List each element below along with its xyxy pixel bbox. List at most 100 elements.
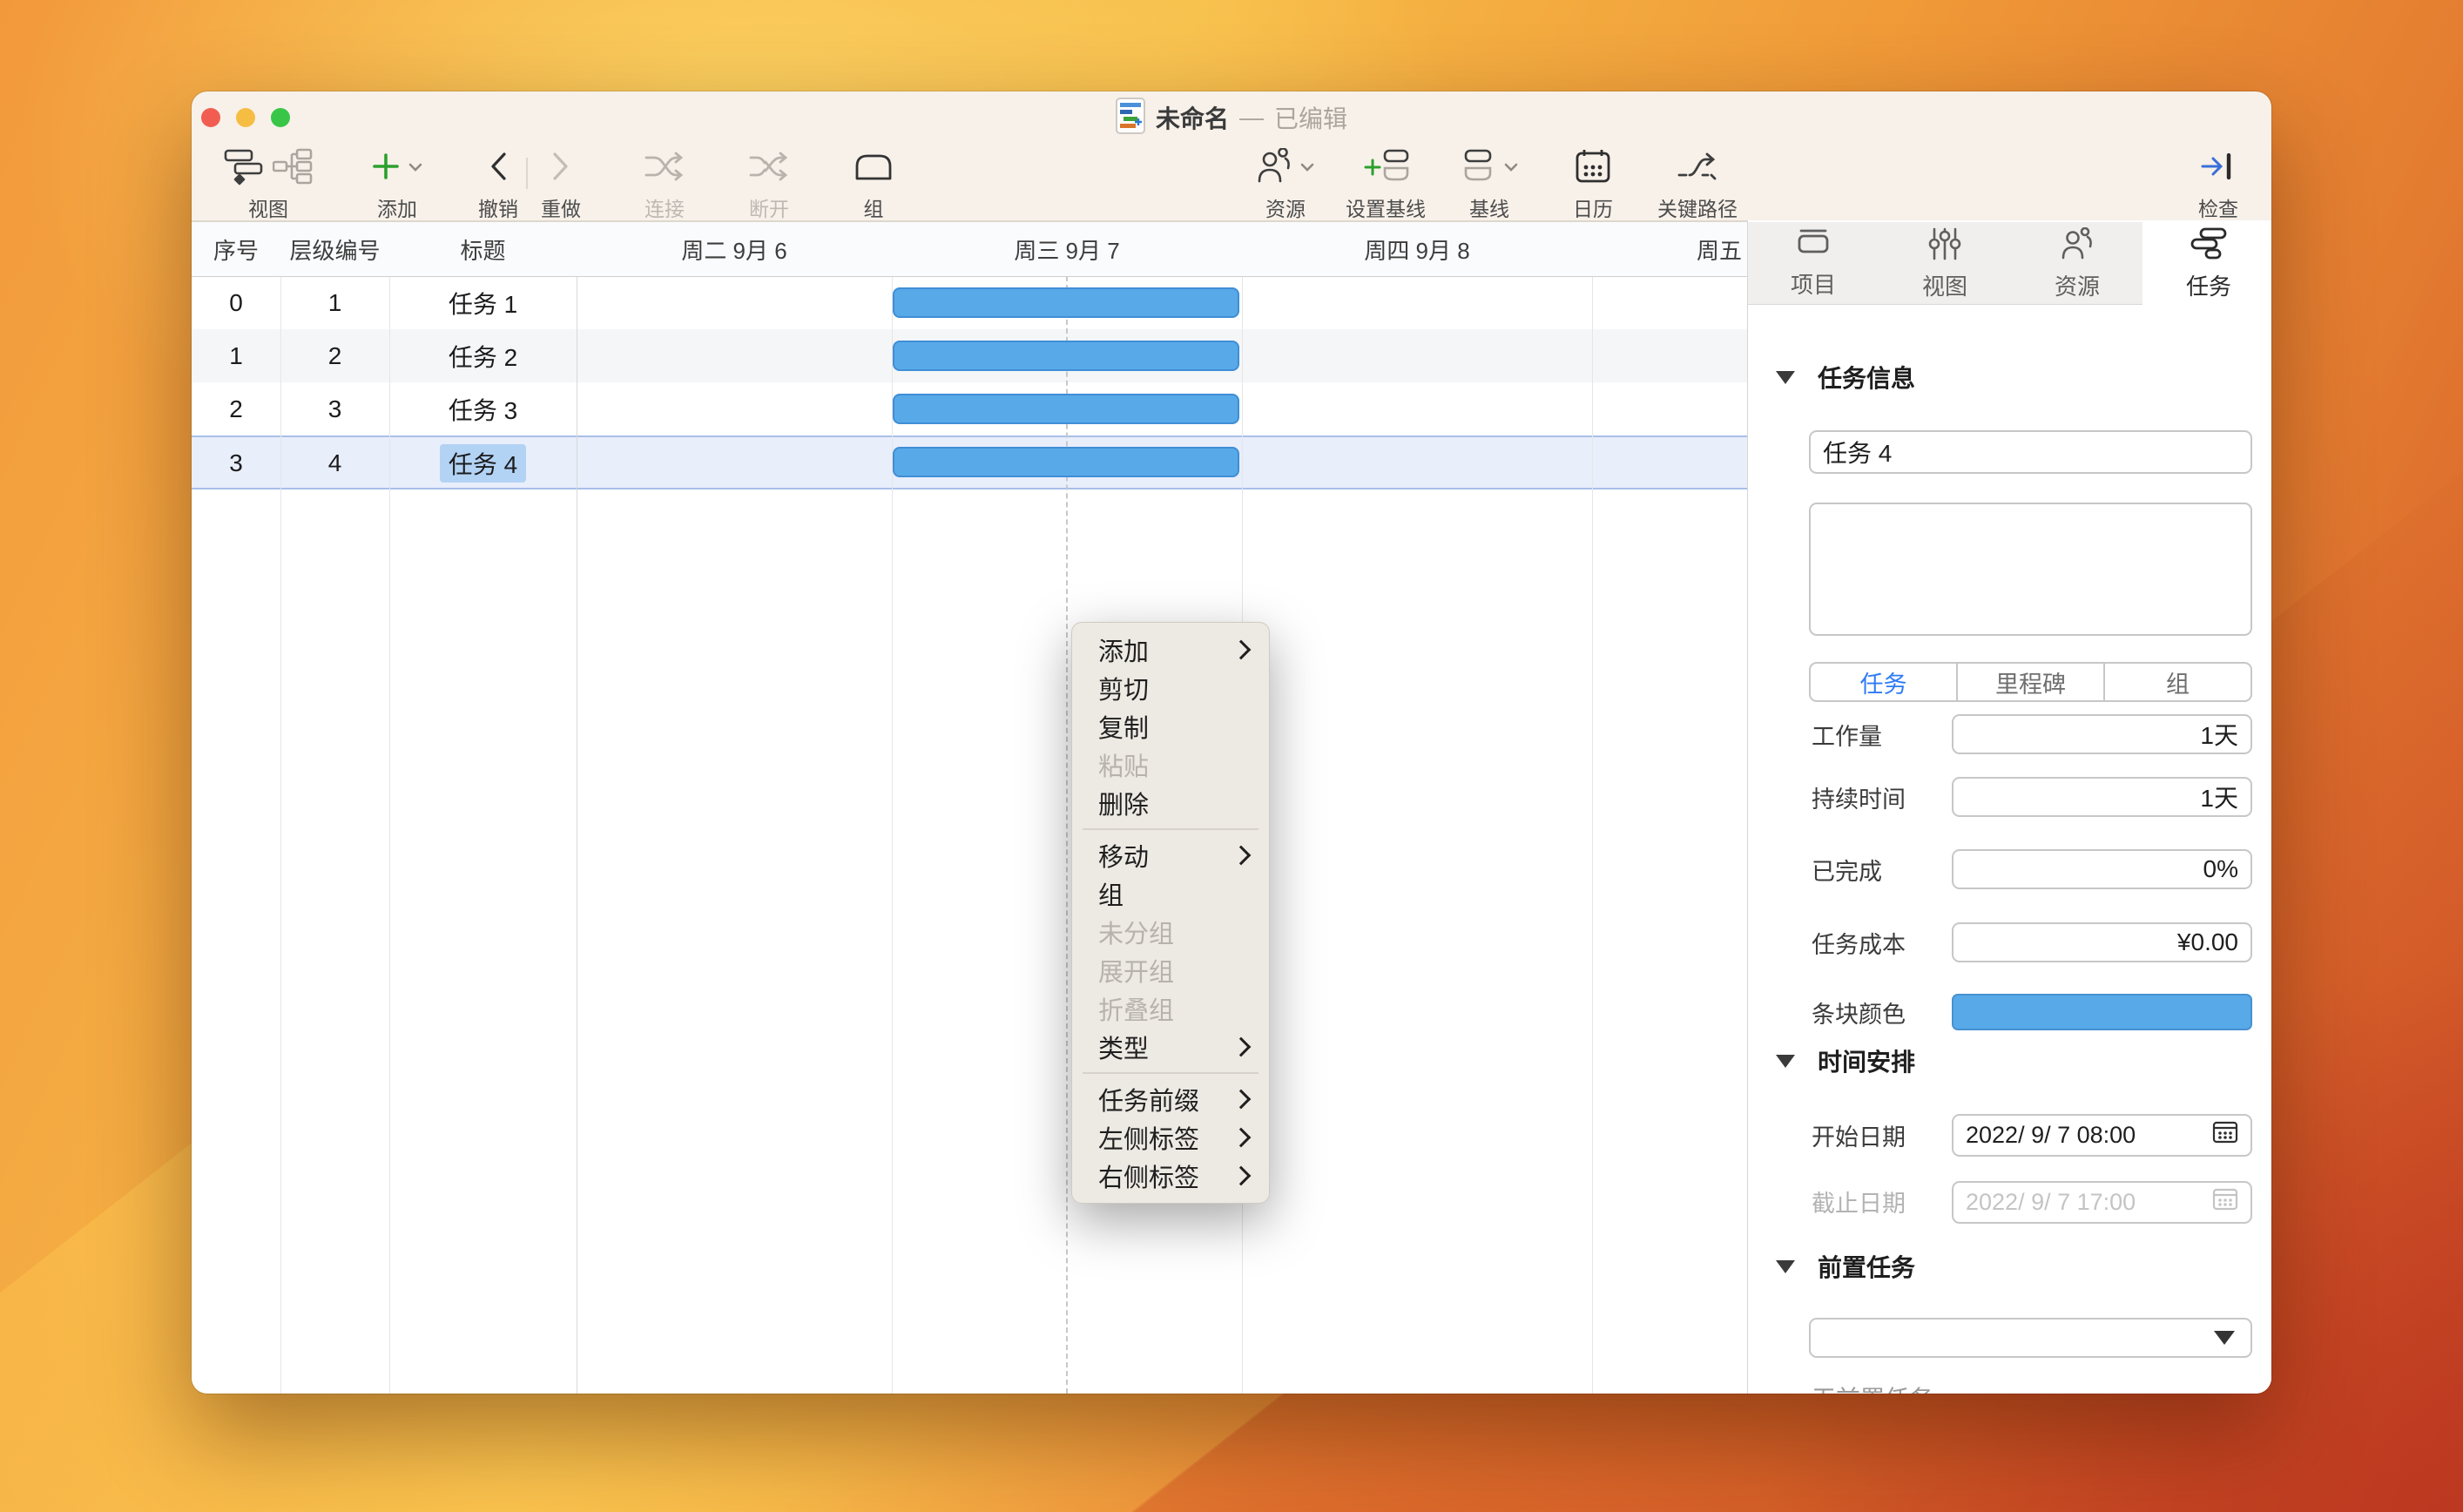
section-predecessors[interactable]: 前置任务: [1776, 1249, 1915, 1284]
chevron-right-icon: [551, 152, 570, 186]
person-icon: [1257, 148, 1292, 189]
menu-item-group[interactable]: 组: [1072, 874, 1269, 913]
cell-title: 任务 2: [389, 329, 577, 382]
completed-input[interactable]: [1952, 849, 2252, 889]
cell-level: 2: [280, 329, 389, 382]
disconnect-button: 断开: [748, 149, 790, 222]
set-baseline-button[interactable]: 设置基线: [1346, 149, 1426, 222]
set-baseline-icon: [1362, 148, 1409, 189]
task-notes-textarea[interactable]: [1809, 503, 2252, 636]
menu-item-task-prefix[interactable]: 任务前缀: [1072, 1080, 1269, 1118]
disclosure-triangle-icon[interactable]: [1776, 1055, 1795, 1068]
submenu-chevron-icon: [1232, 1166, 1252, 1186]
baseline-button[interactable]: 基线: [1461, 149, 1518, 222]
menu-item-move[interactable]: 移动: [1072, 836, 1269, 874]
project-icon: [1796, 227, 1831, 263]
group-button[interactable]: 组: [854, 149, 894, 222]
section-schedule[interactable]: 时间安排: [1776, 1043, 1915, 1078]
menu-item-delete[interactable]: 删除: [1072, 784, 1269, 822]
view-button[interactable]: 视图: [224, 149, 313, 222]
gantt-date-fri: 周五: [1592, 222, 1742, 276]
task-bars-icon: [2190, 227, 2227, 265]
gantt-date-tue: 周二 9月 6: [577, 222, 892, 276]
critical-path-button[interactable]: 关键路径: [1657, 149, 1738, 222]
tab-view[interactable]: 视图: [1922, 227, 1967, 301]
calendar-icon[interactable]: [2212, 1121, 2238, 1150]
undo-button[interactable]: 撤销: [478, 149, 518, 222]
selected-text-highlight[interactable]: 任务 4: [440, 444, 526, 483]
group-label: 组: [864, 192, 884, 222]
menu-item-paste: 粘贴: [1072, 746, 1269, 784]
gantt-bar-task4[interactable]: [893, 447, 1239, 477]
submenu-chevron-icon: [1232, 1037, 1252, 1057]
context-menu: 添加 剪切 复制 粘贴 删除 移动 组 未分组 展开组 折叠组 类型 任务前缀 …: [1071, 622, 1270, 1204]
menu-item-cut[interactable]: 剪切: [1072, 669, 1269, 707]
gantt-bar-task2[interactable]: [893, 341, 1239, 371]
tab-task[interactable]: 任务: [2186, 227, 2231, 301]
sheet-header: 序号 层级编号 标题 周二 9月 6 周三 9月 7 周四 9月 8 周五: [192, 222, 1747, 277]
completed-label: 已完成: [1812, 849, 1882, 889]
gantt-bar-task3[interactable]: [893, 394, 1239, 424]
task-cost-input[interactable]: [1952, 922, 2252, 962]
resources-label: 资源: [1265, 192, 1306, 222]
header-level[interactable]: 层级编号: [280, 222, 389, 276]
segment-group[interactable]: 组: [2103, 664, 2250, 700]
connect-button: 连接: [644, 149, 685, 222]
gantt-gridline: [1592, 222, 1593, 1394]
menu-item-left-label[interactable]: 左侧标签: [1072, 1118, 1269, 1157]
disconnect-label: 断开: [749, 192, 789, 222]
header-num[interactable]: 序号: [192, 222, 280, 276]
group-icon: [854, 151, 894, 186]
task-type-segmented-control: 任务 里程碑 组: [1809, 662, 2252, 702]
tab-resources[interactable]: 资源: [2055, 227, 2100, 301]
start-date-label: 开始日期: [1812, 1114, 1906, 1157]
tab-project[interactable]: 项目: [1791, 227, 1836, 300]
redo-button[interactable]: 重做: [541, 149, 581, 222]
critical-path-icon: [1677, 149, 1718, 188]
cell-title: 任务 4: [389, 436, 577, 489]
gantt-bar-task1[interactable]: [893, 287, 1239, 318]
menu-item-copy[interactable]: 复制: [1072, 707, 1269, 746]
segment-task[interactable]: 任务: [1811, 664, 1956, 700]
calendar-button[interactable]: 日历: [1573, 149, 1613, 222]
connect-label: 连接: [644, 192, 685, 222]
disclosure-triangle-icon[interactable]: [1776, 1260, 1795, 1273]
toolbar: 视图 添加 撤销 重做 连接: [192, 144, 2271, 222]
document-icon: [1116, 98, 1145, 138]
menu-divider: [1083, 1072, 1258, 1074]
segment-milestone[interactable]: 里程碑: [1956, 664, 2103, 700]
task-name-input[interactable]: [1809, 430, 2252, 474]
app-window: 未命名 — 已编辑 视图 添加: [192, 91, 2271, 1394]
disclosure-triangle-icon[interactable]: [1776, 371, 1795, 384]
menu-item-right-label[interactable]: 右侧标签: [1072, 1157, 1269, 1195]
window-title: 未命名: [1156, 100, 1229, 135]
header-title[interactable]: 标题: [389, 222, 577, 276]
chevron-down-icon: [1300, 160, 1314, 176]
inspect-button[interactable]: 检查: [2198, 149, 2238, 222]
menu-item-type[interactable]: 类型: [1072, 1028, 1269, 1066]
cell-level: 1: [280, 276, 389, 329]
predecessor-dropdown[interactable]: [1809, 1318, 2252, 1358]
person-icon: [2060, 227, 2095, 265]
sliders-icon: [1927, 227, 1962, 265]
effort-input[interactable]: [1952, 714, 2252, 754]
submenu-chevron-icon: [1232, 640, 1252, 660]
calendar-icon: [2212, 1188, 2238, 1217]
submenu-chevron-icon: [1232, 1090, 1252, 1110]
chevron-down-icon: [408, 160, 422, 176]
start-date-input[interactable]: 2022/ 9/ 7 08:00: [1952, 1114, 2252, 1157]
bar-color-label: 条块颜色: [1812, 994, 1906, 1030]
cell-title: 任务 1: [389, 276, 577, 329]
resources-button[interactable]: 资源: [1257, 149, 1314, 222]
duration-input[interactable]: [1952, 777, 2252, 817]
inspect-label: 检查: [2198, 192, 2238, 222]
task-cost-label: 任务成本: [1812, 922, 1906, 962]
section-task-info[interactable]: 任务信息: [1776, 360, 1915, 395]
title-dash: —: [1239, 104, 1264, 132]
menu-item-add[interactable]: 添加: [1072, 631, 1269, 669]
bar-color-well[interactable]: [1952, 994, 2252, 1030]
gantt-date-wed: 周三 9月 7: [892, 222, 1242, 276]
titlebar[interactable]: 未命名 — 已编辑: [192, 91, 2271, 144]
add-button[interactable]: 添加: [372, 149, 422, 222]
undo-label: 撤销: [478, 192, 518, 222]
